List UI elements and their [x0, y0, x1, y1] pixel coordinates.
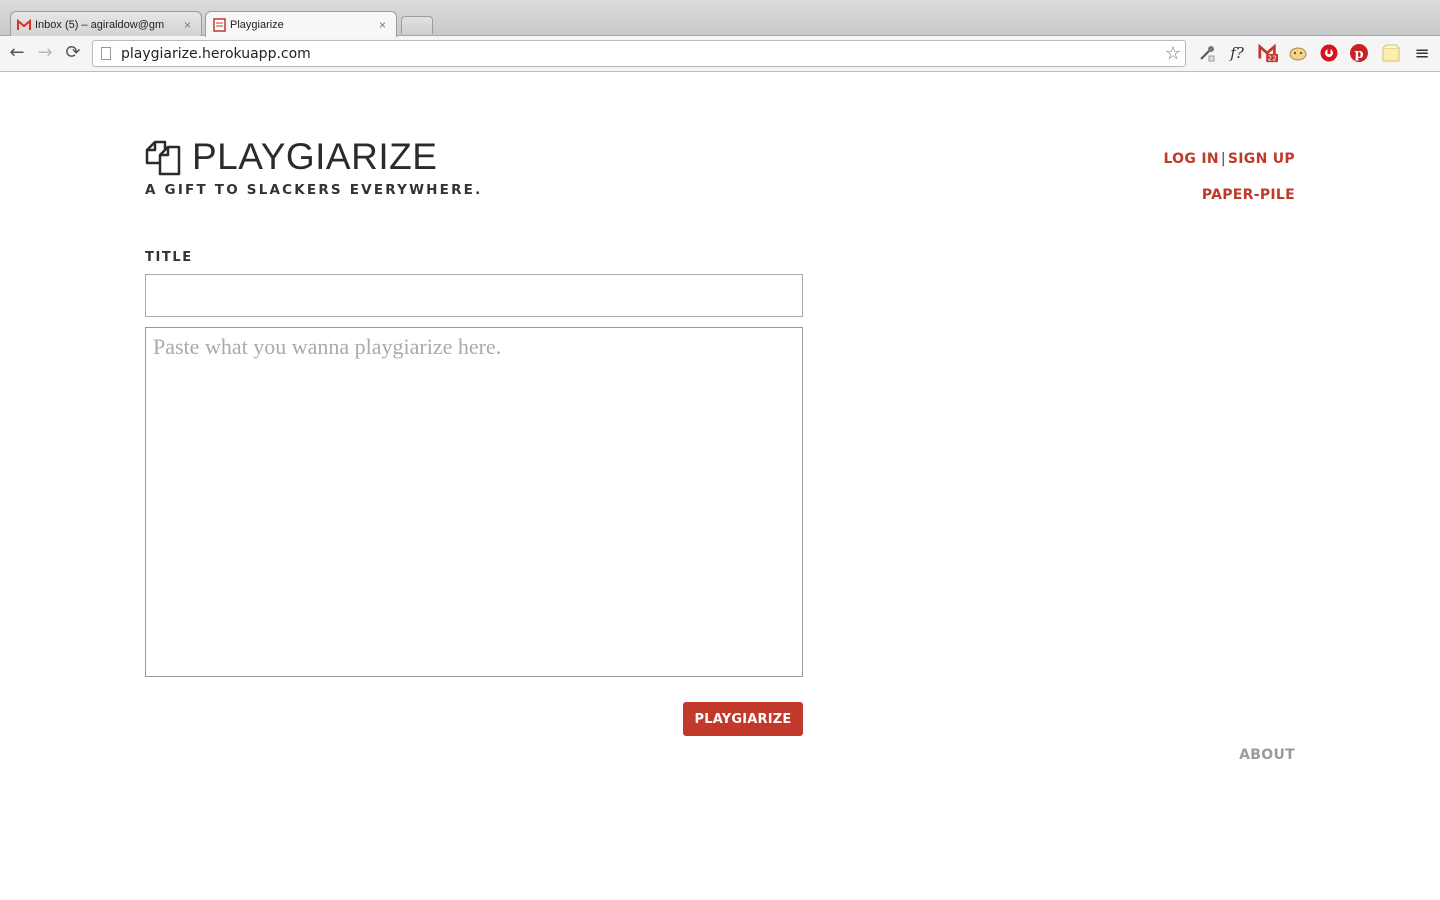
menu-icon[interactable]: ≡: [1412, 43, 1432, 64]
address-bar[interactable]: playgiarize.herokuapp.com ☆: [92, 40, 1186, 67]
page-content: PLAYGIARIZE A GIFT TO SLACKERS EVERYWHER…: [0, 72, 1440, 900]
url-text: playgiarize.herokuapp.com: [121, 45, 311, 62]
documents-logo-icon: [145, 140, 181, 175]
browser-toolbar: ← → ⟳ playgiarize.herokuapp.com ☆ f? 22 …: [0, 36, 1440, 72]
browser-tabstrip: Inbox (5) – agiraldow@gm × Playgiarize ×: [0, 0, 1440, 37]
bookmark-star-icon[interactable]: ☆: [1165, 43, 1181, 64]
opera-extension-icon[interactable]: [1319, 43, 1339, 63]
tab-title: Playgiarize: [230, 18, 284, 31]
paper-pile-link[interactable]: PAPER-PILE: [1202, 187, 1295, 203]
signup-link[interactable]: SIGN UP: [1228, 151, 1295, 167]
page-icon: [101, 47, 111, 60]
gmail-checker-icon[interactable]: 22: [1258, 43, 1278, 63]
tab-title: Inbox (5) – agiraldow@gm: [35, 18, 165, 31]
tab-playgiarize[interactable]: Playgiarize ×: [205, 11, 397, 37]
auth-nav: LOG IN | SIGN UP: [1163, 151, 1295, 167]
formula-extension-icon[interactable]: f?: [1227, 43, 1247, 63]
close-tab-icon[interactable]: ×: [184, 18, 191, 32]
reload-button[interactable]: ⟳: [62, 42, 84, 64]
new-tab-button[interactable]: [401, 16, 433, 34]
gmail-badge: 22: [1267, 54, 1276, 63]
eyedropper-extension-icon[interactable]: [1197, 43, 1217, 63]
paste-textarea[interactable]: [145, 327, 803, 677]
playgiarize-favicon: [212, 17, 226, 32]
title-label: TITLE: [145, 250, 193, 265]
tagline: A GIFT TO SLACKERS EVERYWHERE.: [145, 182, 483, 198]
login-link[interactable]: LOG IN: [1163, 151, 1218, 167]
svg-text:p: p: [1354, 47, 1363, 62]
back-button[interactable]: ←: [6, 42, 28, 64]
logo[interactable]: PLAYGIARIZE: [145, 137, 437, 177]
title-input[interactable]: [145, 274, 803, 317]
close-tab-icon[interactable]: ×: [379, 18, 386, 32]
playgiarize-button[interactable]: PLAYGIARIZE: [683, 702, 803, 736]
hamster-extension-icon[interactable]: [1288, 43, 1308, 63]
nav-separator: |: [1220, 151, 1226, 167]
notes-extension-icon[interactable]: [1381, 43, 1401, 63]
gmail-icon: [17, 18, 31, 32]
about-link[interactable]: ABOUT: [1239, 747, 1295, 763]
pinterest-extension-icon[interactable]: p: [1349, 43, 1369, 63]
forward-button[interactable]: →: [34, 42, 56, 64]
brand-name: PLAYGIARIZE: [192, 136, 438, 177]
tab-gmail-inbox[interactable]: Inbox (5) – agiraldow@gm ×: [10, 11, 202, 37]
